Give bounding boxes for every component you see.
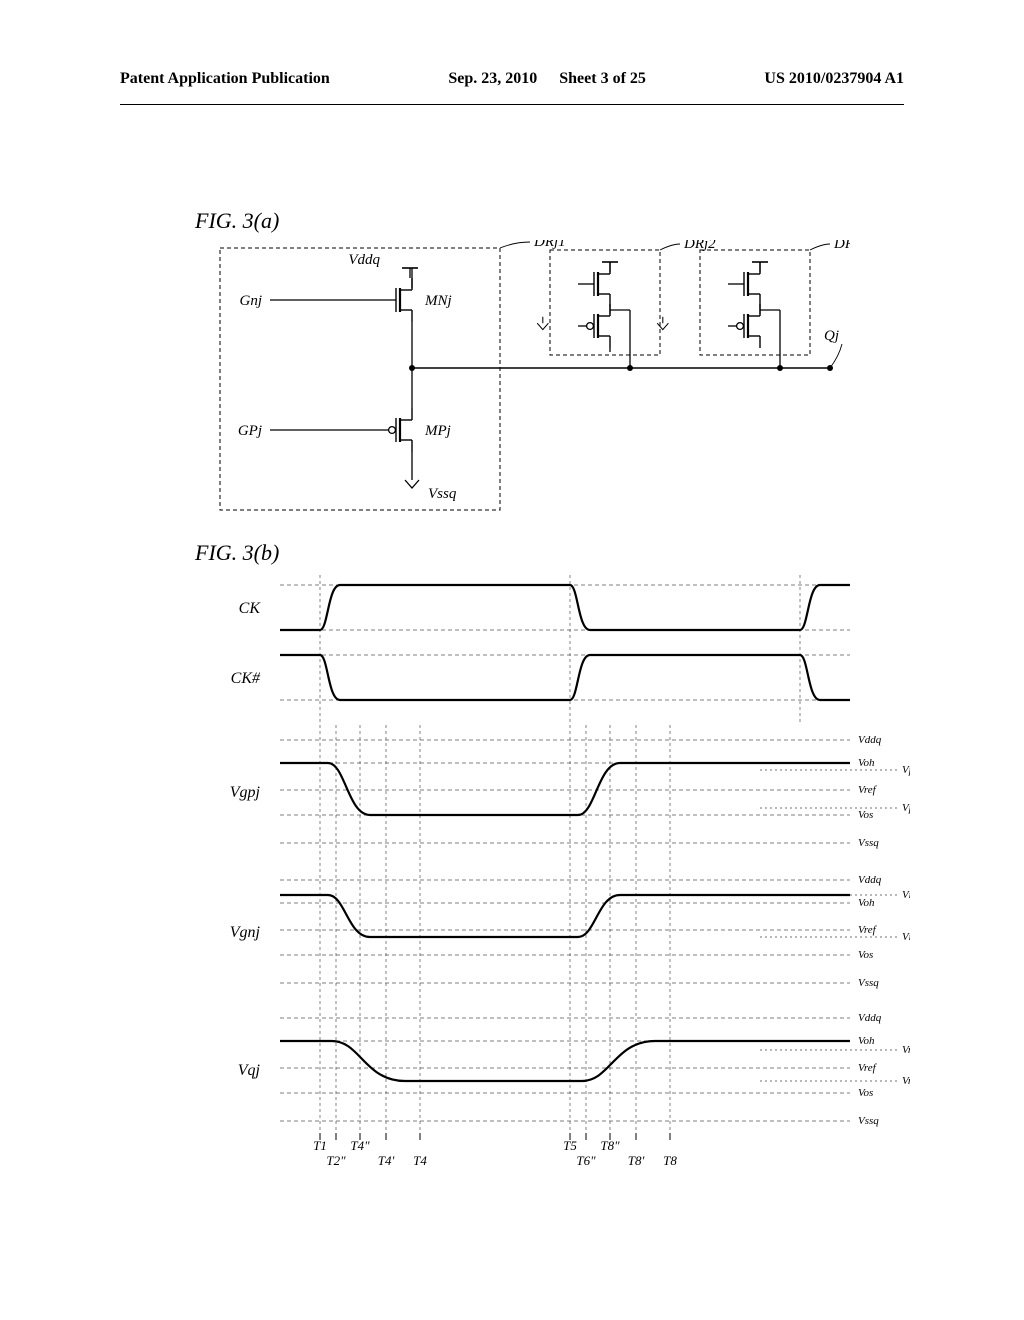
xtick: T8 <box>663 1153 677 1168</box>
lvl: Voh <box>858 897 875 909</box>
header-left: Patent Application Publication <box>120 70 330 100</box>
waveform-ck <box>280 585 850 630</box>
signal-vgpj: Vgpj <box>230 784 261 801</box>
waveform-vgnj <box>280 895 850 937</box>
xtick: T4" <box>350 1138 370 1153</box>
lvl: Voh <box>858 1035 875 1047</box>
lvl: Vps <box>902 802 910 814</box>
xtick: T8' <box>628 1153 645 1168</box>
fig-3b-label: FIG. 3(b) <box>195 540 279 566</box>
lvl: Vnh <box>902 889 910 901</box>
mpj-label: MPj <box>424 423 451 439</box>
waveform-vqj <box>280 1041 850 1081</box>
waveform-vgpj <box>280 763 850 815</box>
lvl: Vref <box>858 1062 878 1074</box>
page: Patent Application Publication Sep. 23, … <box>0 0 1024 1320</box>
xtick: T6" <box>576 1153 596 1168</box>
header-sheet: Sheet 3 of 25 <box>559 70 646 100</box>
lvl: Vref <box>858 784 878 796</box>
vssq-label: Vssq <box>428 486 457 502</box>
waveform-ckb <box>280 655 850 700</box>
qj-label: Qj <box>824 328 839 344</box>
lvl: Vns <box>902 931 910 943</box>
header-date: Sep. 23, 2010 <box>448 70 537 100</box>
lvl: Vref <box>858 924 878 936</box>
drj1-box <box>220 248 500 510</box>
header-pubno: US 2010/0237904 A1 <box>764 70 904 100</box>
lvl: Voh <box>858 757 875 769</box>
lvl: Vph <box>902 764 910 776</box>
signal-vgnj: Vgnj <box>230 924 261 941</box>
lvl: Vddq <box>858 734 882 746</box>
mnj-label: MNj <box>424 293 452 309</box>
drj3-label: DRj3 <box>833 240 850 252</box>
fig-3b-timing: CK CK# Vddq Voh Vref Vos Vssq <box>210 575 850 1135</box>
lvl: Vssq <box>858 977 879 989</box>
xtick: T2" <box>326 1153 346 1168</box>
xtick: T4' <box>378 1153 395 1168</box>
xtick: T8" <box>600 1138 620 1153</box>
lvl: Vddq <box>858 1012 882 1024</box>
lvl: Vos <box>858 1087 873 1099</box>
gnj-label: Gnj <box>240 293 263 309</box>
signal-vqj: Vqj <box>238 1062 261 1079</box>
signal-ckb: CK# <box>231 670 261 687</box>
fig-3a-schematic: DRj1 Vddq Gnj MNj Vssq <box>210 240 850 520</box>
xtick: T5 <box>563 1138 577 1153</box>
drj1-label: DRj1 <box>533 240 566 250</box>
drj3-box <box>700 250 810 355</box>
lvl: Vddq <box>858 874 882 886</box>
lvl: Vos <box>858 809 873 821</box>
signal-ck: CK <box>239 600 262 617</box>
gpj-label: GPj <box>238 423 262 439</box>
lvl: Vrh <box>902 1044 910 1056</box>
lvl: Vssq <box>858 1115 879 1127</box>
xtick: T1 <box>313 1138 327 1153</box>
lvl: Vrs <box>902 1075 910 1087</box>
vddq-label: Vddq <box>348 252 380 268</box>
page-header: Patent Application Publication Sep. 23, … <box>120 70 904 105</box>
lvl: Vos <box>858 949 873 961</box>
xtick: T4 <box>413 1153 427 1168</box>
fig-3a-label: FIG. 3(a) <box>195 208 279 234</box>
lvl: Vssq <box>858 837 879 849</box>
drj2-box <box>550 250 660 355</box>
